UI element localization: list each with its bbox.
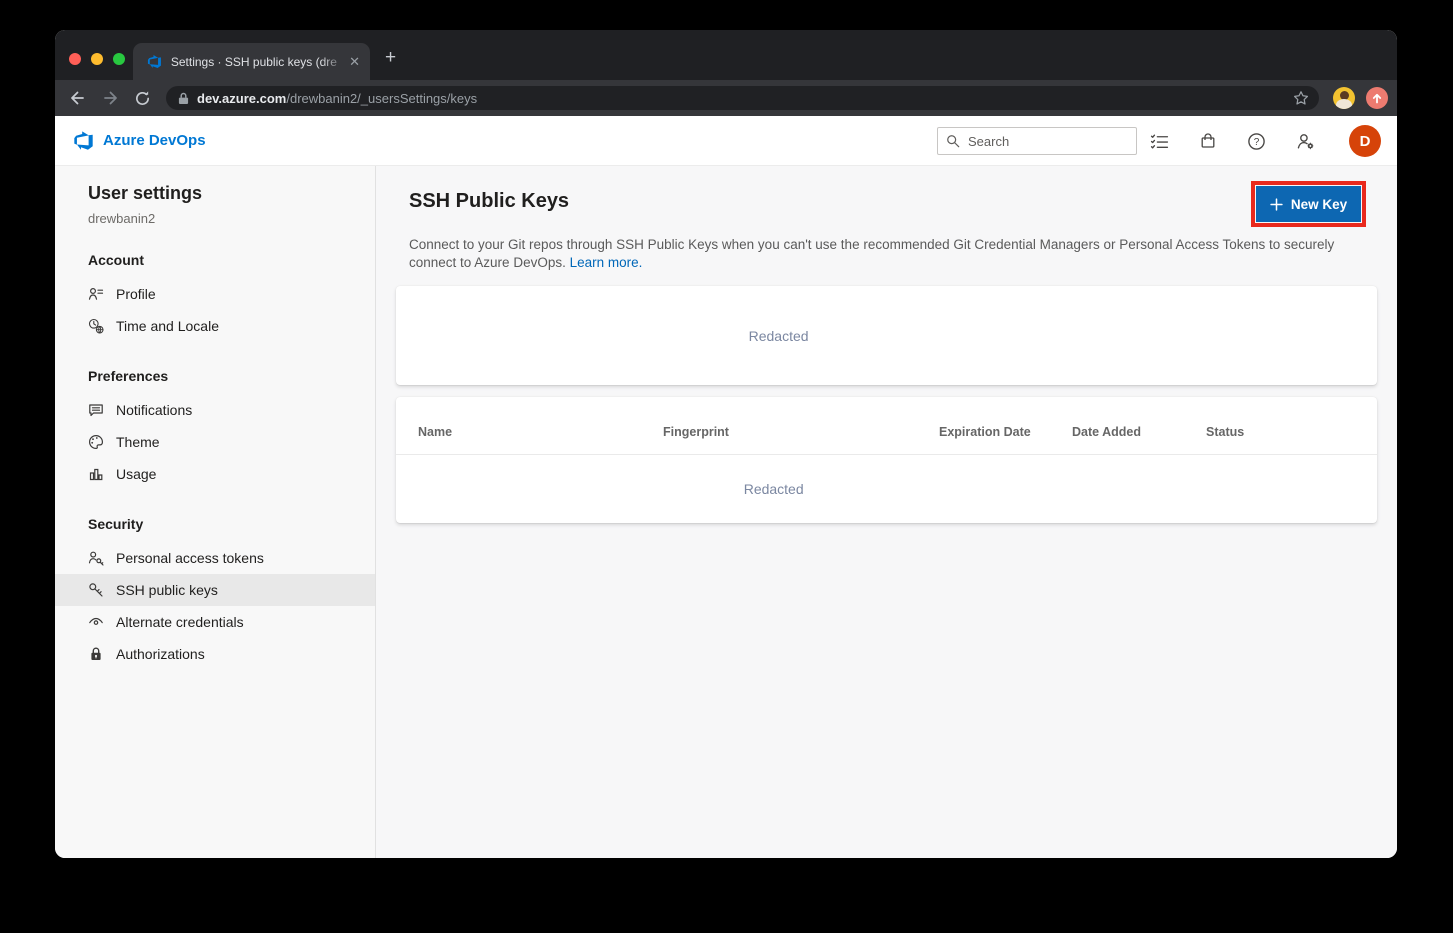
reload-icon[interactable] [126, 90, 158, 107]
macos-traffic-lights [69, 53, 125, 65]
redacted-text: Redacted [396, 328, 1161, 344]
search-box[interactable] [937, 127, 1137, 155]
tab-strip: Settings · SSH public keys (dre ✕ + [55, 30, 1397, 80]
page-title: SSH Public Keys [409, 190, 569, 213]
azure-devops-favicon [147, 54, 162, 69]
sidebar-item-profile[interactable]: Profile [55, 278, 375, 310]
task-list-icon[interactable] [1150, 132, 1169, 151]
search-input[interactable] [968, 134, 1118, 149]
sidebar-section-security: Security [55, 514, 375, 534]
browser-window: Settings · SSH public keys (dre ✕ + [55, 30, 1397, 858]
url-path: /drewbanin2/_usersSettings/keys [286, 91, 477, 106]
browser-tab-active[interactable]: Settings · SSH public keys (dre ✕ [133, 43, 370, 80]
column-header-name: Name [418, 425, 452, 439]
table-body: Redacted [396, 455, 1377, 522]
annotation-highlight-box: New Key [1251, 181, 1366, 227]
sidebar-item-label: Usage [116, 466, 156, 482]
tab-title: Settings · SSH public keys (dre [171, 55, 347, 69]
column-header-status: Status [1206, 425, 1244, 439]
chrome-update-icon[interactable] [1366, 87, 1388, 109]
content-area: User settings drewbanin2 Account Profile… [55, 166, 1397, 858]
screenshot-stage: Settings · SSH public keys (dre ✕ + [0, 0, 1453, 933]
url-bar[interactable]: dev.azure.com/drewbanin2/_usersSettings/… [166, 86, 1319, 110]
back-icon[interactable] [62, 89, 94, 107]
sidebar-item-alternate-credentials[interactable]: Alternate credentials [55, 606, 375, 638]
sidebar-item-notifications[interactable]: Notifications [55, 394, 375, 426]
sidebar-item-theme[interactable]: Theme [55, 426, 375, 458]
chrome-profile-avatar[interactable] [1333, 87, 1355, 109]
eye-icon [88, 614, 104, 630]
forward-icon[interactable] [94, 89, 126, 107]
lock-shield-icon [88, 646, 104, 662]
sidebar-item-label: Profile [116, 286, 156, 302]
new-key-button[interactable]: New Key [1256, 186, 1361, 222]
sidebar-item-personal-access-tokens[interactable]: Personal access tokens [55, 542, 375, 574]
time-locale-icon [88, 318, 104, 334]
column-header-date-added: Date Added [1072, 425, 1141, 439]
sidebar-item-authorizations[interactable]: Authorizations [55, 638, 375, 670]
sidebar-username: drewbanin2 [55, 211, 375, 226]
main-panel: SSH Public Keys New Key Connect to your … [376, 166, 1397, 858]
sidebar-item-label: Personal access tokens [116, 550, 264, 566]
sidebar-item-label: SSH public keys [116, 582, 218, 598]
column-header-expiration-date: Expiration Date [939, 425, 1031, 439]
key-icon [88, 582, 104, 598]
learn-more-link[interactable]: Learn more. [570, 255, 643, 270]
sidebar-item-ssh-public-keys[interactable]: SSH public keys [55, 574, 375, 606]
sidebar-item-usage[interactable]: Usage [55, 458, 375, 490]
theme-icon [88, 434, 104, 450]
sidebar-item-time-and-locale[interactable]: Time and Locale [55, 310, 375, 342]
person-key-icon [88, 550, 104, 566]
redacted-text: Redacted [396, 481, 1151, 497]
user-settings-icon[interactable] [1296, 132, 1315, 151]
help-glyph: ? [1254, 137, 1260, 148]
notifications-icon [88, 402, 104, 418]
sidebar-item-label: Notifications [116, 402, 192, 418]
ssh-keys-table-card: Name Fingerprint Expiration Date Date Ad… [396, 397, 1377, 523]
new-tab-icon[interactable]: + [385, 48, 396, 67]
azure-devops-home-link[interactable]: Azure DevOps [73, 130, 206, 151]
page-description: Connect to your Git repos through SSH Pu… [409, 236, 1349, 271]
header-icon-group: ? [1150, 116, 1315, 166]
table-header-row: Name Fingerprint Expiration Date Date Ad… [396, 397, 1377, 455]
sidebar-item-label: Alternate credentials [116, 614, 244, 630]
plus-icon [1270, 198, 1283, 211]
lock-icon [178, 92, 189, 105]
zoom-window-button[interactable] [113, 53, 125, 65]
minimize-window-button[interactable] [91, 53, 103, 65]
browser-toolbar: dev.azure.com/drewbanin2/_usersSettings/… [55, 80, 1397, 116]
avatar-body [1336, 99, 1352, 109]
column-header-fingerprint: Fingerprint [663, 425, 729, 439]
url-text: dev.azure.com/drewbanin2/_usersSettings/… [197, 91, 477, 106]
sidebar-title: User settings [55, 180, 375, 206]
profile-icon [88, 286, 104, 302]
brand-name: Azure DevOps [103, 132, 206, 149]
sidebar-section-preferences: Preferences [55, 366, 375, 386]
search-icon [946, 134, 960, 148]
sidebar-section-account: Account [55, 250, 375, 270]
url-domain: dev.azure.com [197, 91, 286, 106]
sidebar-item-label: Theme [116, 434, 160, 450]
new-key-button-label: New Key [1291, 197, 1347, 212]
sidebar-item-label: Authorizations [116, 646, 205, 662]
marketplace-bag-icon[interactable] [1199, 132, 1217, 150]
close-window-button[interactable] [69, 53, 81, 65]
user-avatar[interactable]: D [1349, 125, 1381, 157]
bookmark-star-icon[interactable] [1293, 90, 1309, 106]
azure-devops-logo-icon [73, 130, 94, 151]
sidebar-item-label: Time and Locale [116, 318, 219, 334]
description-text: Connect to your Git repos through SSH Pu… [409, 237, 1334, 270]
usage-icon [88, 466, 104, 482]
tab-close-icon[interactable]: ✕ [349, 54, 360, 70]
help-icon[interactable]: ? [1247, 132, 1266, 151]
settings-sidebar: User settings drewbanin2 Account Profile… [55, 166, 376, 858]
ssh-info-card: Redacted [396, 286, 1377, 385]
azure-devops-header: Azure DevOps [55, 116, 1397, 166]
